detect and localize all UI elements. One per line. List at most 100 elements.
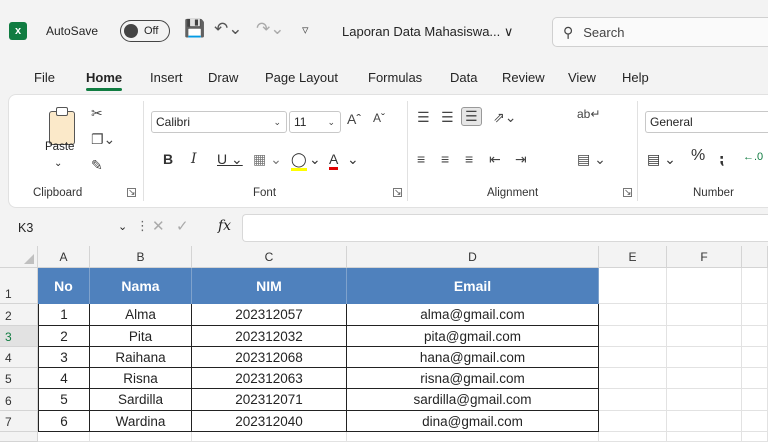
column-header-d[interactable]: D (347, 246, 599, 268)
font-color-icon[interactable]: A (329, 151, 339, 170)
tab-review[interactable]: Review (502, 70, 545, 85)
table-cell[interactable]: alma@gmail.com (347, 304, 599, 326)
font-size-select[interactable]: 11 ⌄ (289, 111, 341, 133)
table-cell[interactable]: 5 (38, 389, 90, 411)
merge-center-icon[interactable]: ▤ ⌄ (577, 151, 606, 168)
insert-function-icon[interactable]: fx (218, 218, 231, 234)
tab-file[interactable]: File (34, 70, 55, 85)
redo-icon[interactable]: ↷⌄ (256, 19, 285, 39)
table-cell[interactable]: Alma (90, 304, 192, 326)
cell[interactable] (667, 268, 742, 304)
cell[interactable] (667, 432, 742, 442)
cell[interactable] (742, 304, 768, 326)
alignment-launcher-icon[interactable]: ↘ (623, 188, 632, 197)
table-cell[interactable]: sardilla@gmail.com (347, 389, 599, 411)
chevron-down-icon[interactable]: ⌄ (309, 151, 321, 168)
cell[interactable] (667, 304, 742, 326)
cell[interactable] (192, 432, 347, 442)
cell[interactable] (667, 368, 742, 389)
cell[interactable] (742, 347, 768, 368)
tab-data[interactable]: Data (450, 70, 477, 85)
borders-icon[interactable]: ▦ ⌄ (253, 151, 282, 168)
cell[interactable] (742, 368, 768, 389)
increase-decimal-icon[interactable]: ←.0 (743, 151, 763, 163)
tab-home[interactable]: Home (86, 70, 123, 91)
column-header-c[interactable]: C (192, 246, 347, 268)
cancel-icon[interactable]: ✕ (152, 217, 165, 235)
save-icon[interactable]: 💾 (184, 19, 205, 39)
decrease-indent-icon[interactable]: ⇤ (489, 151, 501, 168)
increase-indent-icon[interactable]: ⇥ (515, 151, 527, 168)
customize-toolbar-icon[interactable]: ▿ (302, 22, 309, 38)
table-cell[interactable]: 202312068 (192, 347, 347, 368)
row-header[interactable] (0, 432, 38, 442)
enter-icon[interactable]: ✓ (176, 217, 189, 235)
table-cell[interactable]: 202312040 (192, 411, 347, 432)
wrap-text-icon[interactable]: ab↵ (577, 107, 600, 121)
tab-page-layout[interactable]: Page Layout (265, 70, 338, 85)
table-cell[interactable]: 1 (38, 304, 90, 326)
italic-icon[interactable]: I (191, 151, 197, 167)
cell[interactable] (599, 268, 667, 304)
row-header-2[interactable]: 2 (0, 304, 38, 326)
tab-help[interactable]: Help (622, 70, 649, 85)
format-painter-icon[interactable]: ✎ (91, 157, 103, 174)
bold-icon[interactable]: B (163, 151, 173, 167)
align-left-icon[interactable]: ≡ (417, 151, 425, 167)
cell[interactable] (347, 432, 599, 442)
cell[interactable] (667, 326, 742, 347)
cell[interactable] (667, 347, 742, 368)
column-header-a[interactable]: A (38, 246, 90, 268)
font-name-select[interactable]: Calibri ⌄ (151, 111, 287, 133)
cell[interactable] (742, 326, 768, 347)
autosave-toggle[interactable]: Off (120, 20, 170, 42)
table-header-cell[interactable]: Nama (90, 268, 192, 304)
underline-icon[interactable]: U ⌄ (217, 151, 243, 168)
increase-font-icon[interactable]: Aˆ (347, 111, 361, 127)
cell[interactable] (742, 389, 768, 411)
cell[interactable] (599, 326, 667, 347)
cell[interactable] (742, 268, 768, 304)
fill-color-icon[interactable]: ◯ (291, 151, 307, 171)
column-header-e[interactable]: E (599, 246, 667, 268)
row-header-3[interactable]: 3 (0, 326, 38, 347)
table-header-cell[interactable]: Email (347, 268, 599, 304)
cell[interactable] (599, 347, 667, 368)
table-cell[interactable]: 4 (38, 368, 90, 389)
table-cell[interactable]: 202312057 (192, 304, 347, 326)
paste-dropdown-icon[interactable]: ⌄ (54, 158, 62, 169)
cell[interactable] (742, 411, 768, 432)
table-cell[interactable]: Pita (90, 326, 192, 347)
align-top-icon[interactable]: ☰ (417, 109, 430, 126)
table-cell[interactable]: Wardina (90, 411, 192, 432)
comma-style-icon[interactable]: ⁏ (719, 151, 725, 168)
row-header-6[interactable]: 6 (0, 389, 38, 411)
percent-icon[interactable]: % (691, 147, 705, 165)
column-header[interactable] (742, 246, 768, 268)
document-title[interactable]: Laporan Data Mahasiswa... ∨ (342, 24, 513, 40)
select-all-button[interactable] (0, 246, 38, 268)
table-header-cell[interactable]: NIM (192, 268, 347, 304)
row-header-1[interactable]: 1 (0, 268, 38, 304)
align-bottom-icon[interactable]: ☰ (461, 107, 482, 126)
row-header-7[interactable]: 7 (0, 411, 38, 432)
align-right-icon[interactable]: ≡ (465, 151, 473, 167)
copy-icon[interactable]: ❐⌄ (91, 131, 115, 148)
table-cell[interactable]: 2 (38, 326, 90, 347)
table-cell[interactable]: 202312032 (192, 326, 347, 347)
column-header-f[interactable]: F (667, 246, 742, 268)
formula-input[interactable] (242, 214, 768, 242)
accounting-format-icon[interactable]: ▤ ⌄ (647, 151, 676, 168)
table-cell[interactable]: Risna (90, 368, 192, 389)
chevron-down-icon[interactable]: ⌄ (347, 151, 359, 168)
cut-icon[interactable]: ✂ (91, 105, 103, 122)
column-header-b[interactable]: B (90, 246, 192, 268)
row-header-4[interactable]: 4 (0, 347, 38, 368)
table-cell[interactable]: 6 (38, 411, 90, 432)
cell[interactable] (90, 432, 192, 442)
undo-icon[interactable]: ↶⌄ (214, 19, 243, 39)
cell[interactable] (599, 304, 667, 326)
table-cell[interactable]: 202312063 (192, 368, 347, 389)
cell[interactable] (599, 411, 667, 432)
cell[interactable] (599, 368, 667, 389)
